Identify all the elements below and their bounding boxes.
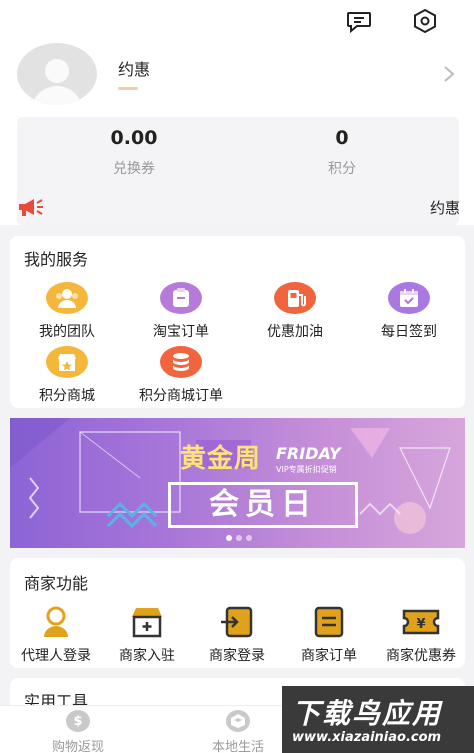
nav-shopping-cashback[interactable]: $ 购物返现 xyxy=(28,710,128,753)
calendar-check-icon xyxy=(388,282,430,314)
merchant-order-icon xyxy=(309,604,349,640)
merchant-label: 商家登录 xyxy=(209,648,265,664)
merchant-label: 商家订单 xyxy=(301,648,357,664)
points-store-icon xyxy=(46,346,88,378)
chat-bubble-icon[interactable] xyxy=(346,8,372,34)
watermark: 下载鸟应用 www.xiazainiao.com xyxy=(282,686,474,753)
stat-coupons[interactable]: 0.00 兑换券 xyxy=(44,127,224,178)
banner-main-text: 会员日 xyxy=(168,482,358,528)
agent-user-icon xyxy=(36,604,76,640)
promo-banner[interactable]: 黄金周 FRIDAY VIP专属折扣促销 会员日 xyxy=(10,418,465,548)
service-points-store[interactable]: 积分商城 xyxy=(10,346,124,405)
coins-stack-icon xyxy=(160,346,202,378)
taobao-order-icon xyxy=(160,282,202,314)
service-label: 积分商城 xyxy=(39,388,95,404)
banner-dot-active[interactable] xyxy=(226,535,232,541)
services-card: 我的服务 我的团队 淘宝订单 优惠加油 每日签到 积分商城 积分商城订单 xyxy=(10,236,465,408)
avatar[interactable] xyxy=(17,43,97,105)
settings-hexagon-icon[interactable] xyxy=(412,8,438,34)
merchant-label: 商家入驻 xyxy=(119,648,175,664)
chevron-right-icon[interactable] xyxy=(440,62,458,86)
notice-text: 约惠 xyxy=(429,199,460,217)
stat-points[interactable]: 0 积分 xyxy=(252,127,432,178)
merchant-agent-login[interactable]: 代理人登录 xyxy=(7,604,105,665)
merchant-login-icon xyxy=(217,604,257,640)
shop-join-icon xyxy=(127,604,167,640)
merchant-orders[interactable]: 商家订单 xyxy=(280,604,378,665)
banner-friday: FRIDAY xyxy=(276,444,341,463)
local-life-icon xyxy=(226,710,250,732)
nav-label: 本地生活 xyxy=(211,740,264,753)
merchant-title: 商家功能 xyxy=(24,574,89,593)
service-label: 我的团队 xyxy=(39,324,95,340)
notice-bar[interactable]: 约惠 xyxy=(0,190,474,230)
username: 约惠 xyxy=(118,60,151,79)
service-points-store-orders[interactable]: 积分商城订单 xyxy=(124,346,238,405)
merchant-label: 代理人登录 xyxy=(21,648,91,664)
nav-label: 购物返现 xyxy=(51,740,104,753)
watermark-url: www.xiazainiao.com xyxy=(292,730,442,745)
svg-text:¥: ¥ xyxy=(416,617,425,632)
coupon-yen-icon: ¥ xyxy=(401,604,441,640)
service-label: 积分商城订单 xyxy=(139,388,223,404)
top-bar xyxy=(0,0,474,40)
username-underline xyxy=(118,87,138,90)
fuel-pump-icon xyxy=(274,282,316,314)
service-label: 每日签到 xyxy=(381,324,437,340)
megaphone-icon xyxy=(17,197,45,217)
merchant-join[interactable]: 商家入驻 xyxy=(98,604,196,665)
banner-dot[interactable] xyxy=(246,535,252,541)
stat-coupons-value: 0.00 xyxy=(110,127,158,149)
services-title: 我的服务 xyxy=(24,250,89,269)
stat-points-label: 积分 xyxy=(328,161,356,177)
service-taobao-order[interactable]: 淘宝订单 xyxy=(124,282,238,341)
stat-points-value: 0 xyxy=(335,127,349,149)
merchant-coupons[interactable]: ¥ 商家优惠券 xyxy=(372,604,470,665)
dollar-coin-icon: $ xyxy=(66,710,90,732)
service-daily-checkin[interactable]: 每日签到 xyxy=(352,282,466,341)
watermark-title: 下载鸟应用 xyxy=(292,697,443,730)
service-label: 优惠加油 xyxy=(267,324,323,340)
banner-dot[interactable] xyxy=(236,535,242,541)
banner-title: 黄金周 xyxy=(180,444,262,474)
nav-local-life[interactable]: 本地生活 xyxy=(188,710,288,753)
merchant-login[interactable]: 商家登录 xyxy=(188,604,286,665)
merchant-card: 商家功能 代理人登录 商家入驻 商家登录 商家订单 ¥ 商家优惠券 xyxy=(10,558,465,668)
banner-pagination[interactable] xyxy=(226,535,252,541)
service-my-team[interactable]: 我的团队 xyxy=(10,282,124,341)
service-fuel-discount[interactable]: 优惠加油 xyxy=(238,282,352,341)
team-icon xyxy=(46,282,88,314)
banner-subtitle: VIP专属折扣促销 xyxy=(276,465,337,474)
merchant-label: 商家优惠券 xyxy=(386,648,456,664)
stat-coupons-label: 兑换券 xyxy=(113,161,155,177)
service-label: 淘宝订单 xyxy=(153,324,209,340)
